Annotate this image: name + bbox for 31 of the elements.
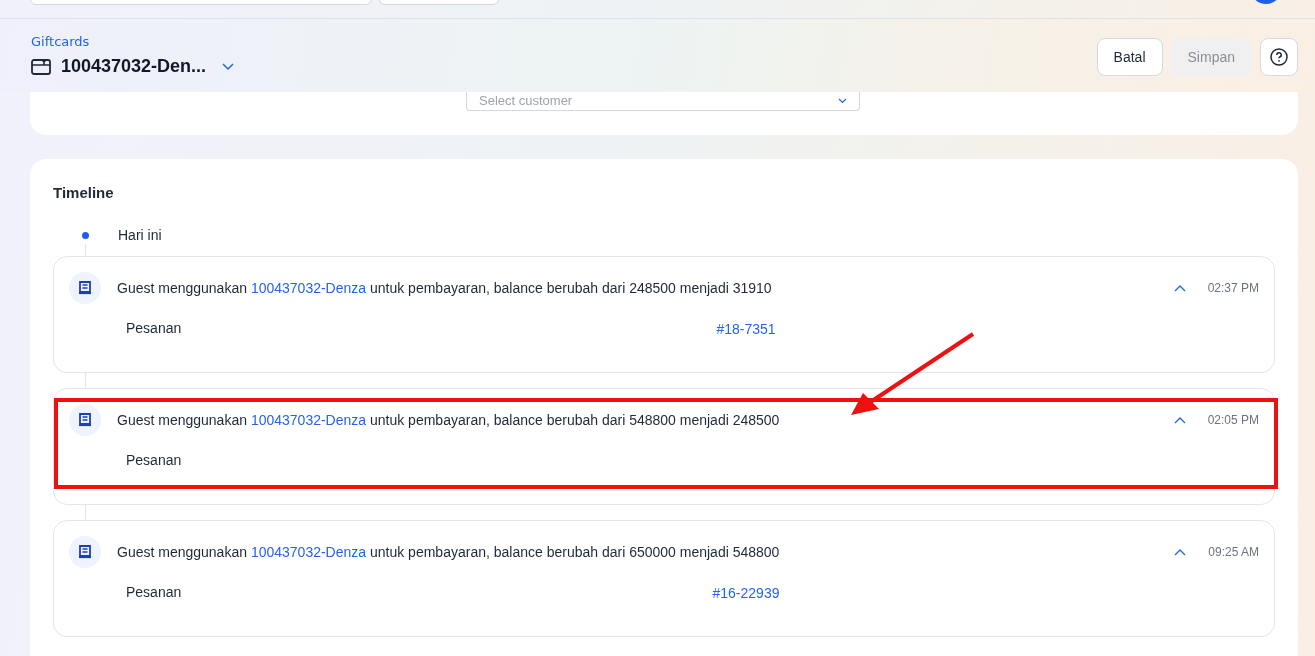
entry-time: 02:05 PM	[1207, 413, 1259, 427]
help-button[interactable]	[1260, 38, 1298, 76]
order-label: Pesanan	[126, 320, 183, 336]
help-icon	[1270, 48, 1288, 66]
giftcard-title: 100437032-Den...	[61, 56, 207, 77]
order-link[interactable]: #16-22939	[712, 584, 780, 601]
gift-card-icon	[31, 57, 51, 76]
giftcard-link[interactable]: 100437032-Denza	[250, 544, 367, 560]
receipt-icon	[69, 272, 101, 304]
timeline-dot	[82, 231, 89, 239]
chevron-down-icon[interactable]	[222, 62, 235, 71]
entry-message: Guest menggunakan 100437032-Denza untuk pembayaran, balance berubah dari 248500 menjadi 31910	[117, 280, 773, 296]
chevron-down-icon	[838, 97, 847, 104]
chevron-up-icon[interactable]	[1173, 284, 1186, 292]
breadcrumb-link[interactable]: Giftcards	[31, 33, 90, 51]
entry-message: Guest menggunakan 100437032-Denza untuk pembayaran, balance berubah dari 548800 menjadi 248500	[117, 412, 781, 428]
timeline-title: Timeline	[53, 183, 115, 203]
order-label: Pesanan	[126, 452, 183, 468]
giftcard-link[interactable]: 100437032-Denza	[250, 412, 367, 428]
order-label: Pesanan	[126, 584, 183, 600]
day-label: Hari ini	[118, 227, 162, 243]
entry-time: 09:25 AM	[1208, 545, 1259, 559]
giftcard-link[interactable]: 100437032-Denza	[250, 280, 367, 296]
order-link[interactable]: #18-7351	[716, 320, 776, 337]
entry-message: Guest menggunakan 100437032-Denza untuk pembayaran, balance berubah dari 650000 menjadi 548800	[117, 544, 781, 560]
chevron-up-icon[interactable]	[1174, 548, 1187, 556]
receipt-icon	[69, 404, 101, 436]
chevron-up-icon[interactable]	[1173, 416, 1186, 424]
cancel-button[interactable]: Batal	[1096, 38, 1163, 76]
entry-time: 02:37 PM	[1207, 281, 1259, 295]
receipt-icon	[69, 536, 101, 568]
